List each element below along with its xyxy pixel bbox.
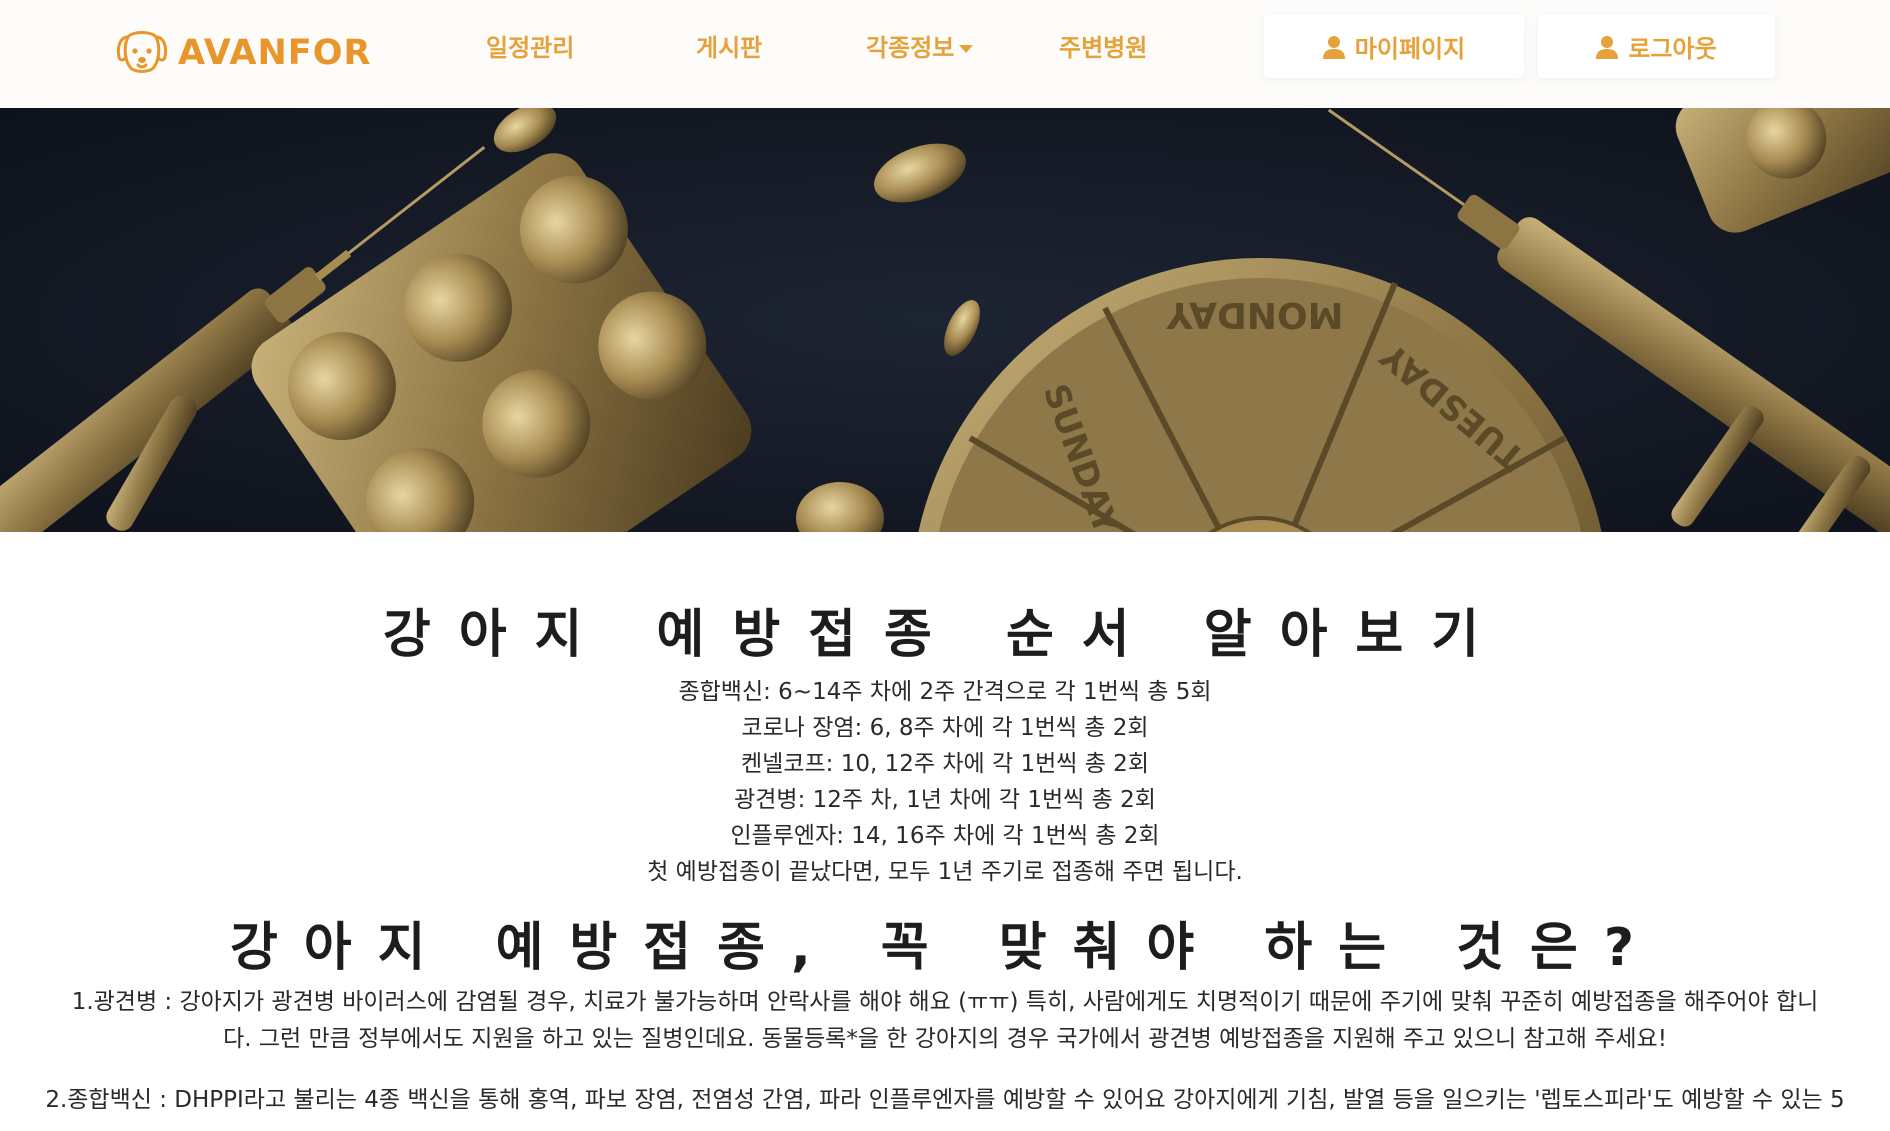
brand-logo[interactable]: AVANFOR bbox=[114, 25, 371, 81]
combination-vaccine-paragraph: 2.종합백신 : DHPPI라고 불리는 4종 백신을 통해 홍역, 파보 장염… bbox=[0, 1082, 1890, 1119]
schedule-line: 첫 예방접종이 끝났다면, 모두 1년 주기로 접종해 주면 됩니다. bbox=[647, 859, 1243, 885]
nav-item-info-label: 각종정보 bbox=[866, 34, 955, 62]
nav-item-schedule[interactable]: 일정관리 bbox=[486, 28, 574, 68]
schedule-line: 종합백신: 6~14주 차에 2주 간격으로 각 1번씩 총 5회 bbox=[678, 679, 1212, 705]
mypage-button[interactable]: 마이페이지 bbox=[1264, 15, 1524, 78]
paragraph-line: 1.광견병 : 강아지가 광견병 바이러스에 감염될 경우, 치료가 불가능하며… bbox=[71, 989, 1819, 1015]
hero-banner: MONDAY TUESDAY SUNDAY bbox=[0, 108, 1890, 532]
logout-button[interactable]: 로그아웃 bbox=[1538, 15, 1775, 78]
paragraph-line: 2.종합백신 : DHPPI라고 불리는 4종 백신을 통해 홍역, 파보 장염… bbox=[45, 1087, 1845, 1113]
user-icon bbox=[1596, 35, 1619, 59]
logout-label: 로그아웃 bbox=[1628, 35, 1717, 63]
section-title-vaccination-order: 강아지 예방접종 순서 알아보기 bbox=[382, 605, 1508, 665]
schedule-line: 켄넬코프: 10, 12주 차에 각 1번씩 총 2회 bbox=[741, 751, 1149, 777]
dog-face-icon bbox=[116, 31, 168, 73]
schedule-line: 광견병: 12주 차, 1년 차에 각 1번씩 총 2회 bbox=[734, 787, 1156, 813]
vaccination-schedule-list: 종합백신: 6~14주 차에 2주 간격으로 각 1번씩 총 5회 코로나 장염… bbox=[0, 674, 1890, 890]
medicine-pills-syringe-image: MONDAY TUESDAY SUNDAY bbox=[0, 108, 1890, 532]
hero-label-monday: MONDAY bbox=[1166, 294, 1344, 335]
rabies-paragraph: 1.광견병 : 강아지가 광견병 바이러스에 감염될 경우, 치료가 불가능하며… bbox=[0, 984, 1890, 1058]
top-navbar: AVANFOR 일정관리 게시판 각종정보 주변병원 마이페이지 로그아웃 bbox=[0, 0, 1890, 108]
mypage-label: 마이페이지 bbox=[1354, 35, 1466, 63]
caret-down-icon bbox=[959, 45, 974, 53]
schedule-line: 인플루엔자: 14, 16주 차에 각 1번씩 총 2회 bbox=[730, 823, 1160, 849]
paragraph-line: 다. 그런 만큼 정부에서도 지원을 하고 있는 질병인데요. 동물등록*을 한… bbox=[223, 1026, 1667, 1052]
section-title-required-vaccines: 강아지 예방접종, 꼭 맞춰야 하는 것은? bbox=[229, 918, 1661, 978]
user-icon bbox=[1322, 35, 1345, 59]
nav-item-nearby-hospital[interactable]: 주변병원 bbox=[1059, 28, 1147, 68]
brand-name: AVANFOR bbox=[178, 33, 372, 73]
schedule-line: 코로나 장염: 6, 8주 차에 각 1번씩 총 2회 bbox=[741, 715, 1149, 741]
nav-item-info-dropdown[interactable]: 각종정보 bbox=[866, 28, 974, 68]
nav-item-board[interactable]: 게시판 bbox=[696, 28, 762, 68]
